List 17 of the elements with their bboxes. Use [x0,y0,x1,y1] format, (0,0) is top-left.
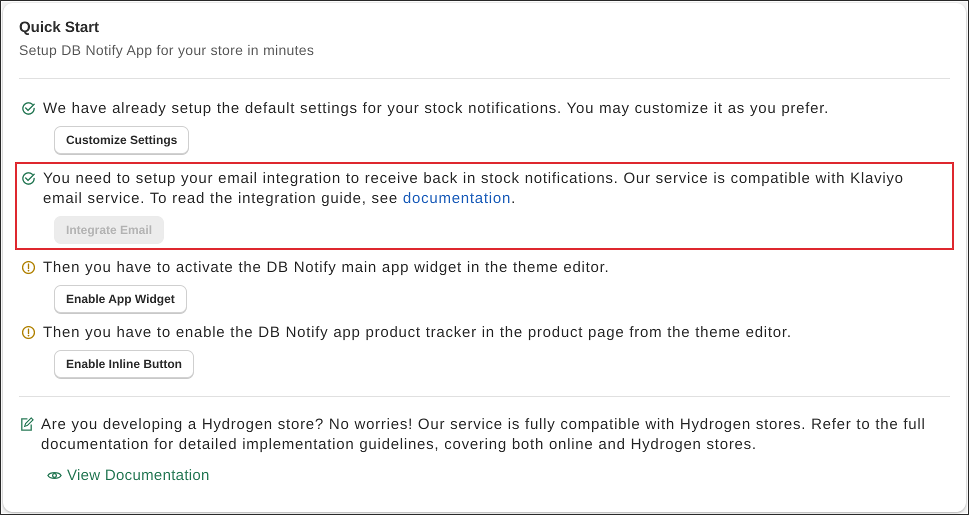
view-documentation-link[interactable]: View Documentation [47,467,210,484]
step-text: We have already setup the default settings for your stock notifications. You may customize it as you prefer. [43,99,830,119]
alert-circle-icon [21,260,36,275]
check-circle-icon [21,171,36,186]
check-circle-icon [21,101,36,116]
card-title: Quick Start [19,19,100,36]
edit-icon [19,417,34,432]
alert-circle-icon [21,325,36,340]
step-button[interactable]: Customize Settings [54,126,190,154]
step-text: Then you have to enable the DB Notify app product tracker in the product page from the theme editor. [43,323,792,343]
card-subtitle: Setup DB Notify App for your store in minutes [19,42,316,58]
hydrogen-text: Are you developing a Hydrogen store? No worries! Our service is fully compatible with Hydrogen stores. Refer to the full documentation for detailed implementation guidelines, covering both online and Hydrogen stores. [41,415,927,455]
step-text: Then you have to activate the DB Notify main app widget in the theme editor. [43,258,610,278]
step-button[interactable]: Enable Inline Button [54,350,194,378]
step-text: You need to setup your email integration to receive back in stock notifications. Our service is compatible with Klaviyo email service. To read the integration guide, see documentation. [43,169,905,209]
documentation-link[interactable]: documentation [402,190,512,207]
step-button[interactable]: Enable App Widget [54,285,187,313]
